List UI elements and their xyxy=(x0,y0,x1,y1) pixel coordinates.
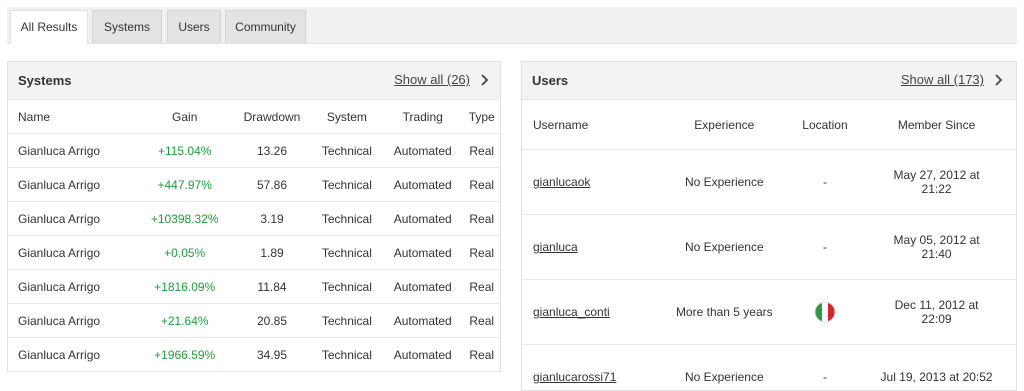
drawdown-value: 13.26 xyxy=(232,134,312,168)
system-type-value: Technical xyxy=(312,270,382,304)
location-value xyxy=(793,280,857,345)
chevron-right-icon[interactable] xyxy=(991,73,1005,87)
trading-value: Automated xyxy=(382,270,463,304)
member-since-value: Dec 11, 2012 at22:09 xyxy=(857,280,1016,345)
system-name[interactable]: Gianluca Arrigo xyxy=(8,168,137,202)
username-link[interactable]: gianluca xyxy=(533,240,578,254)
account-type-value: Real xyxy=(463,202,500,236)
experience-value: No Experience xyxy=(656,345,793,391)
system-type-value: Technical xyxy=(312,134,382,168)
tab-community[interactable]: Community xyxy=(225,10,306,43)
users-show-all-link[interactable]: Show all (173) xyxy=(901,72,984,87)
gain-value: +1966.59% xyxy=(137,338,232,372)
drawdown-value: 11.84 xyxy=(232,270,312,304)
column-header-type: Type xyxy=(463,100,500,134)
drawdown-value: 20.85 xyxy=(232,304,312,338)
table-row[interactable]: Gianluca Arrigo +0.05% 1.89 Technical Au… xyxy=(8,236,500,270)
gain-value: +115.04% xyxy=(137,134,232,168)
column-header-trading: Trading xyxy=(382,100,463,134)
table-row: gianlucaok No Experience - May 27, 2012 … xyxy=(522,150,1016,215)
account-type-value: Real xyxy=(463,236,500,270)
drawdown-value: 57.86 xyxy=(232,168,312,202)
column-header-username: Username xyxy=(522,100,656,150)
drawdown-value: 3.19 xyxy=(232,202,312,236)
system-type-value: Technical xyxy=(312,202,382,236)
system-name[interactable]: Gianluca Arrigo xyxy=(8,202,137,236)
account-type-value: Real xyxy=(463,270,500,304)
drawdown-value: 1.89 xyxy=(232,236,312,270)
gain-value: +447.97% xyxy=(137,168,232,202)
username-link[interactable]: gianlucarossi71 xyxy=(533,370,616,384)
table-row[interactable]: Gianluca Arrigo +447.97% 57.86 Technical… xyxy=(8,168,500,202)
location-value: - xyxy=(793,150,857,215)
system-name[interactable]: Gianluca Arrigo xyxy=(8,236,137,270)
system-name[interactable]: Gianluca Arrigo xyxy=(8,304,137,338)
table-row[interactable]: Gianluca Arrigo +21.64% 20.85 Technical … xyxy=(8,304,500,338)
system-type-value: Technical xyxy=(312,236,382,270)
trading-value: Automated xyxy=(382,338,463,372)
trading-value: Automated xyxy=(382,134,463,168)
location-value: - xyxy=(793,345,857,391)
users-panel-header: Users Show all (173) xyxy=(522,62,1016,100)
italy-flag-icon xyxy=(814,301,836,323)
trading-value: Automated xyxy=(382,202,463,236)
trading-value: Automated xyxy=(382,304,463,338)
systems-header-row: Name Gain Drawdown System Trading Type xyxy=(8,100,500,134)
table-row: gianluca No Experience - May 05, 2012 at… xyxy=(522,215,1016,280)
member-since-value: May 05, 2012 at21:40 xyxy=(857,215,1016,280)
trading-value: Automated xyxy=(382,236,463,270)
member-since-value: May 27, 2012 at21:22 xyxy=(857,150,1016,215)
username-link[interactable]: gianlucaok xyxy=(533,175,590,189)
gain-value: +21.64% xyxy=(137,304,232,338)
table-row: gianlucarossi71 No Experience - Jul 19, … xyxy=(522,345,1016,391)
column-header-gain: Gain xyxy=(137,100,232,134)
column-header-experience: Experience xyxy=(656,100,793,150)
experience-value: No Experience xyxy=(656,215,793,280)
system-name[interactable]: Gianluca Arrigo xyxy=(8,338,137,372)
table-row[interactable]: Gianluca Arrigo +115.04% 13.26 Technical… xyxy=(8,134,500,168)
location-value: - xyxy=(793,215,857,280)
member-since-value: Jul 19, 2013 at 20:52 xyxy=(857,345,1016,391)
users-table: Username Experience Location Member Sinc… xyxy=(522,100,1016,391)
chevron-right-icon[interactable] xyxy=(477,73,491,87)
systems-table: Name Gain Drawdown System Trading Type G… xyxy=(8,100,500,372)
gain-value: +10398.32% xyxy=(137,202,232,236)
trading-value: Automated xyxy=(382,168,463,202)
experience-value: More than 5 years xyxy=(656,280,793,345)
tab-systems[interactable]: Systems xyxy=(92,10,162,43)
result-tabs: All Results Systems Users Community xyxy=(7,7,1017,44)
table-row: gianluca_conti More than 5 years Dec 11,… xyxy=(522,280,1016,345)
system-name[interactable]: Gianluca Arrigo xyxy=(8,134,137,168)
tab-users[interactable]: Users xyxy=(167,10,221,43)
systems-title: Systems xyxy=(18,73,71,88)
table-row[interactable]: Gianluca Arrigo +10398.32% 3.19 Technica… xyxy=(8,202,500,236)
account-type-value: Real xyxy=(463,304,500,338)
users-title: Users xyxy=(532,73,568,88)
systems-panel: Systems Show all (26) Name Gain Drawdown… xyxy=(7,61,501,372)
table-row[interactable]: Gianluca Arrigo +1816.09% 11.84 Technica… xyxy=(8,270,500,304)
systems-panel-header: Systems Show all (26) xyxy=(8,62,500,100)
users-header-row: Username Experience Location Member Sinc… xyxy=(522,100,1016,150)
account-type-value: Real xyxy=(463,168,500,202)
tab-all-results[interactable]: All Results xyxy=(10,10,88,44)
account-type-value: Real xyxy=(463,134,500,168)
users-panel: Users Show all (173) Username Experience… xyxy=(521,61,1017,391)
column-header-member-since: Member Since xyxy=(857,100,1016,150)
column-header-drawdown: Drawdown xyxy=(232,100,312,134)
experience-value: No Experience xyxy=(656,150,793,215)
table-row[interactable]: Gianluca Arrigo +1966.59% 34.95 Technica… xyxy=(8,338,500,372)
system-type-value: Technical xyxy=(312,304,382,338)
system-name[interactable]: Gianluca Arrigo xyxy=(8,270,137,304)
column-header-name: Name xyxy=(8,100,137,134)
column-header-system: System xyxy=(312,100,382,134)
account-type-value: Real xyxy=(463,338,500,372)
gain-value: +1816.09% xyxy=(137,270,232,304)
username-link[interactable]: gianluca_conti xyxy=(533,305,610,319)
drawdown-value: 34.95 xyxy=(232,338,312,372)
systems-show-all-link[interactable]: Show all (26) xyxy=(394,72,470,87)
gain-value: +0.05% xyxy=(137,236,232,270)
column-header-location: Location xyxy=(793,100,857,150)
system-type-value: Technical xyxy=(312,338,382,372)
system-type-value: Technical xyxy=(312,168,382,202)
